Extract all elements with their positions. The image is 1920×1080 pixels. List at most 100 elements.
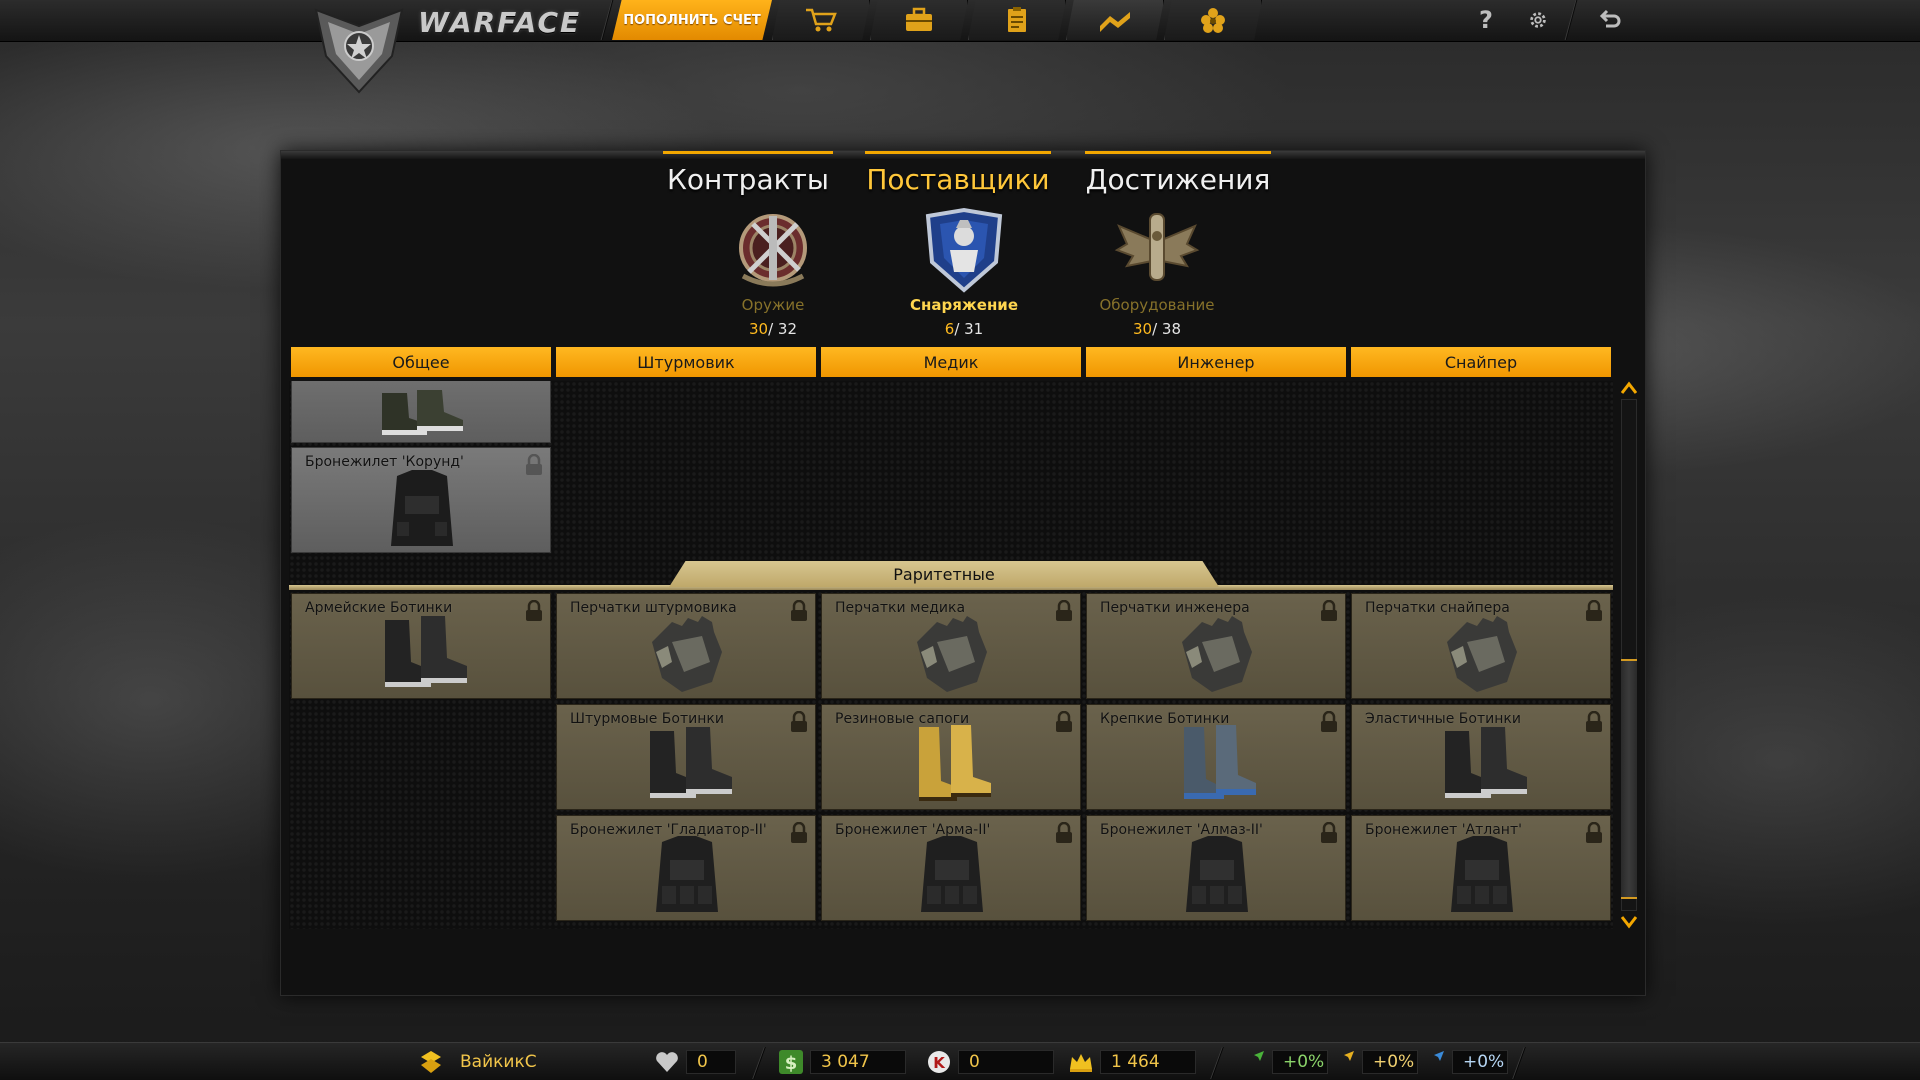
armor-vest-icon [921, 836, 983, 912]
boots-icon [382, 390, 463, 435]
class-tab-engineer[interactable]: Инженер [1086, 347, 1346, 377]
tab-achievements[interactable]: Достижения [1085, 151, 1271, 196]
vp-boost-stat: +0% [1420, 1049, 1510, 1075]
suppliers-panel: Контракты Поставщики Достижения Оружие 3… [280, 150, 1646, 996]
crown-stat: 1 464 [1068, 1049, 1198, 1075]
scroll-thumb[interactable] [1621, 659, 1637, 899]
armor-vest-icon [391, 470, 453, 546]
heart-shield-icon [656, 1052, 678, 1072]
rank-chevrons-icon [1100, 12, 1130, 32]
bottom-status-bar: ВайкикС 0 $ 3 047 K 0 1 464 +0% +0% +0% [0, 1042, 1920, 1080]
rare-item-card[interactable]: Перчатки инженера [1086, 593, 1346, 699]
crown-icon [1070, 1054, 1092, 1072]
xp-boost-stat: +0% [1240, 1049, 1330, 1075]
shopping-cart-icon [806, 8, 837, 32]
rare-item-card[interactable]: Бронежилет 'Арма-II' [821, 815, 1081, 921]
player-name-stat[interactable]: ВайкикС [418, 1049, 634, 1075]
shop-button[interactable] [772, 0, 870, 40]
exit-button[interactable] [1594, 4, 1626, 36]
armor-vest-icon [1186, 836, 1248, 912]
xp-boost-value: +0% [1272, 1050, 1328, 1074]
svg-text:K: K [933, 1054, 946, 1072]
lock-icon [1321, 711, 1337, 732]
lock-icon [1321, 822, 1337, 843]
crown-value: 1 464 [1100, 1050, 1196, 1074]
heart-stat: 0 [654, 1049, 738, 1075]
lock-icon [1586, 600, 1602, 621]
category-equipment[interactable]: Снаряжение 6/ 31 [894, 206, 1034, 338]
gloves-icon [917, 616, 987, 692]
briefcase-icon [906, 7, 932, 31]
class-tab-sniper[interactable]: Снайпер [1351, 347, 1611, 377]
scroll-up-icon[interactable] [1621, 381, 1637, 395]
lock-icon [1586, 711, 1602, 732]
boots-icon [650, 727, 732, 798]
gloves-icon [1182, 616, 1252, 692]
category-weapons[interactable]: Оружие 30/ 32 [703, 206, 843, 338]
contracts-button[interactable] [968, 0, 1066, 40]
clan-button[interactable] [1164, 0, 1262, 40]
rare-item-card[interactable]: Бронежилет 'Атлант' [1351, 815, 1611, 921]
category-devices[interactable]: Оборудование 30/ 38 [1087, 206, 1227, 338]
category-name: Снаряжение [909, 296, 1018, 314]
kredits-stat[interactable]: K 0 [926, 1049, 1056, 1075]
items-grid: Бронежилет 'Корунд' Раритетные Армейские… [289, 381, 1613, 929]
category-progress: 30/ 38 [1132, 320, 1181, 338]
class-tab-medic[interactable]: Медик [821, 347, 1081, 377]
weapon-medal-icon [739, 214, 807, 287]
heart-value: 0 [686, 1050, 736, 1074]
lock-icon [1056, 600, 1072, 621]
rare-item-card[interactable]: Резиновые сапоги [821, 704, 1081, 810]
rare-item-card[interactable]: Перчатки медика [821, 593, 1081, 699]
rare-item-card[interactable]: Перчатки штурмовика [556, 593, 816, 699]
dollar-icon: $ [779, 1050, 803, 1074]
warface-logo-emblem [314, 8, 404, 94]
money-stat: $ 3 047 [778, 1049, 908, 1075]
rare-item-card[interactable]: Бронежилет 'Алмаз-II' [1086, 815, 1346, 921]
rare-item-card[interactable]: Штурмовые Ботинки [556, 704, 816, 810]
lock-icon [526, 600, 542, 621]
flower-badge-icon [1201, 8, 1225, 33]
settings-button[interactable] [1522, 4, 1554, 36]
top-up-button[interactable]: ПОПОЛНИТЬ СЧЕТ [612, 0, 772, 40]
class-tabs: Общее Штурмовик Медик Инженер Снайпер [291, 347, 1611, 377]
vp-boost-value: +0% [1452, 1050, 1508, 1074]
tab-suppliers[interactable]: Поставщики [865, 151, 1051, 196]
boots-icon [1445, 727, 1527, 798]
class-tab-rifleman[interactable]: Штурмовик [556, 347, 816, 377]
money-value: 3 047 [810, 1050, 906, 1074]
gear-icon [1530, 12, 1546, 28]
gloves-icon [1447, 616, 1517, 692]
top-bar: ПОПОЛНИТЬ СЧЕТ ? [0, 0, 1920, 42]
achievements-button[interactable] [1066, 0, 1164, 40]
player-name: ВайкикС [460, 1052, 537, 1072]
inventory-button[interactable] [870, 0, 968, 40]
item-card[interactable]: Бронежилет 'Корунд' [291, 447, 551, 553]
help-button[interactable]: ? [1470, 4, 1502, 36]
svg-text:$: $ [785, 1053, 798, 1074]
armor-vest-icon [1451, 836, 1513, 912]
exit-arrow-icon [1599, 9, 1621, 28]
lock-icon [791, 822, 807, 843]
lock-icon [791, 600, 807, 621]
class-tab-general[interactable]: Общее [291, 347, 551, 377]
equipment-wings-icon [1114, 213, 1200, 281]
lock-icon [1321, 600, 1337, 621]
items-scrollbar[interactable] [1617, 379, 1641, 929]
scroll-down-icon[interactable] [1621, 915, 1637, 929]
armor-vest-icon [656, 836, 718, 912]
rare-section-header: Раритетные [289, 561, 1613, 591]
rare-item-card[interactable]: Бронежилет 'Гладиатор-II' [556, 815, 816, 921]
lock-icon [791, 711, 807, 732]
tab-contracts[interactable]: Контракты [663, 151, 833, 196]
xp-boost-arrow-icon [1243, 1051, 1264, 1072]
rare-item-card[interactable]: Крепкие Ботинки [1086, 704, 1346, 810]
item-card[interactable] [291, 381, 551, 443]
money-boost-arrow-icon [1333, 1051, 1354, 1072]
rare-item-card[interactable]: Эластичные Ботинки [1351, 704, 1611, 810]
rare-item-card[interactable]: Армейские Ботинки [291, 593, 551, 699]
rare-section-label: Раритетные [669, 561, 1219, 587]
kredits-icon: K [928, 1051, 950, 1073]
rare-item-card[interactable]: Перчатки снайпера [1351, 593, 1611, 699]
money-boost-value: +0% [1362, 1050, 1418, 1074]
